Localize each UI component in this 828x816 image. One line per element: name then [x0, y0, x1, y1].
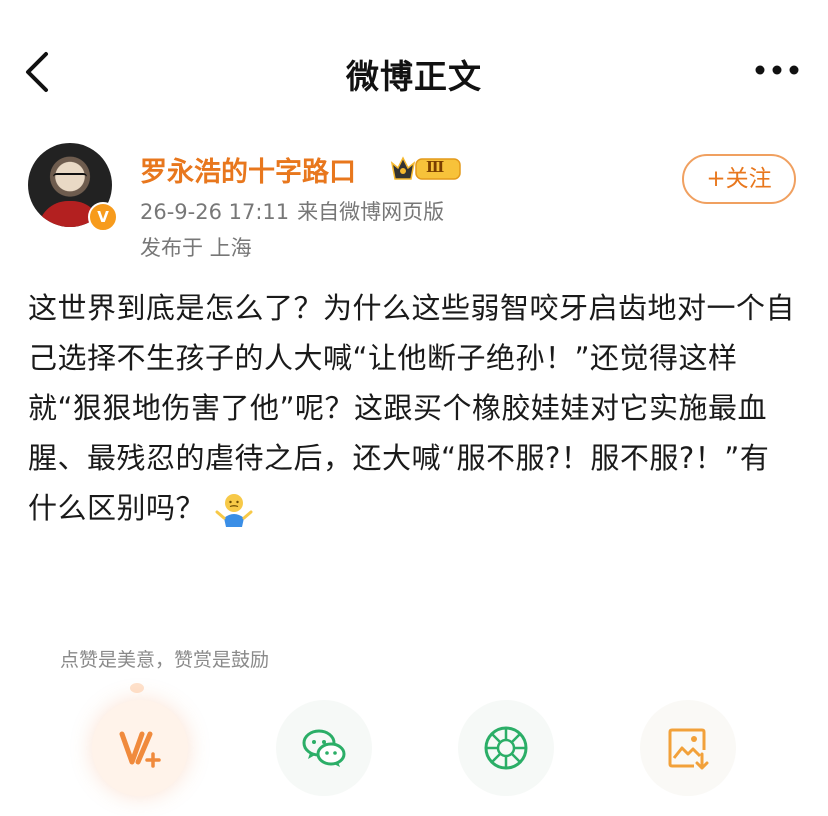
shrug-emoji	[215, 492, 253, 528]
top-bar: 微博正文	[0, 0, 828, 130]
save-image-button[interactable]	[640, 700, 736, 796]
more-button[interactable]	[754, 58, 800, 82]
follow-button[interactable]: +关注	[682, 154, 796, 204]
verified-badge: V	[88, 202, 118, 232]
member-level-label: Ⅲ	[426, 158, 445, 176]
post-time: 26-9-26 17:11	[140, 200, 290, 224]
wechat-icon	[302, 729, 346, 767]
page-title: 微博正文	[346, 57, 482, 96]
author-name[interactable]: 罗永浩的十字路口	[140, 150, 356, 189]
wechat-share-button[interactable]	[276, 700, 372, 796]
post-location: 发布于 上海	[140, 236, 252, 260]
vplus-icon	[119, 731, 161, 768]
avatar-glasses	[53, 173, 87, 184]
post-text-content: 这世界到底是怎么了？为什么这些弱智咬牙启齿地对一个自己选择不生孩子的人大喊“让他…	[28, 291, 796, 525]
action-row	[0, 690, 828, 810]
weibo-post-page: 微博正文 V 罗永浩的十字路口 Ⅲ 26-9-26 17:11 来自微博网页版 发…	[0, 0, 828, 816]
moments-icon	[484, 726, 528, 770]
save-image-icon	[668, 728, 709, 770]
more-dots-icon	[755, 65, 799, 75]
reward-hint: 点赞是美意，赞赏是鼓励	[60, 649, 270, 671]
member-badge[interactable]: Ⅲ	[390, 154, 464, 184]
post-text: 这世界到底是怎么了？为什么这些弱智咬牙启齿地对一个自己选择不生孩子的人大喊“让他…	[28, 283, 798, 533]
post-source: 来自微博网页版	[297, 200, 445, 224]
post-meta: 26-9-26 17:11 来自微博网页版	[140, 196, 444, 226]
vplus-reward-button[interactable]	[92, 700, 188, 796]
moments-share-button[interactable]	[458, 700, 554, 796]
